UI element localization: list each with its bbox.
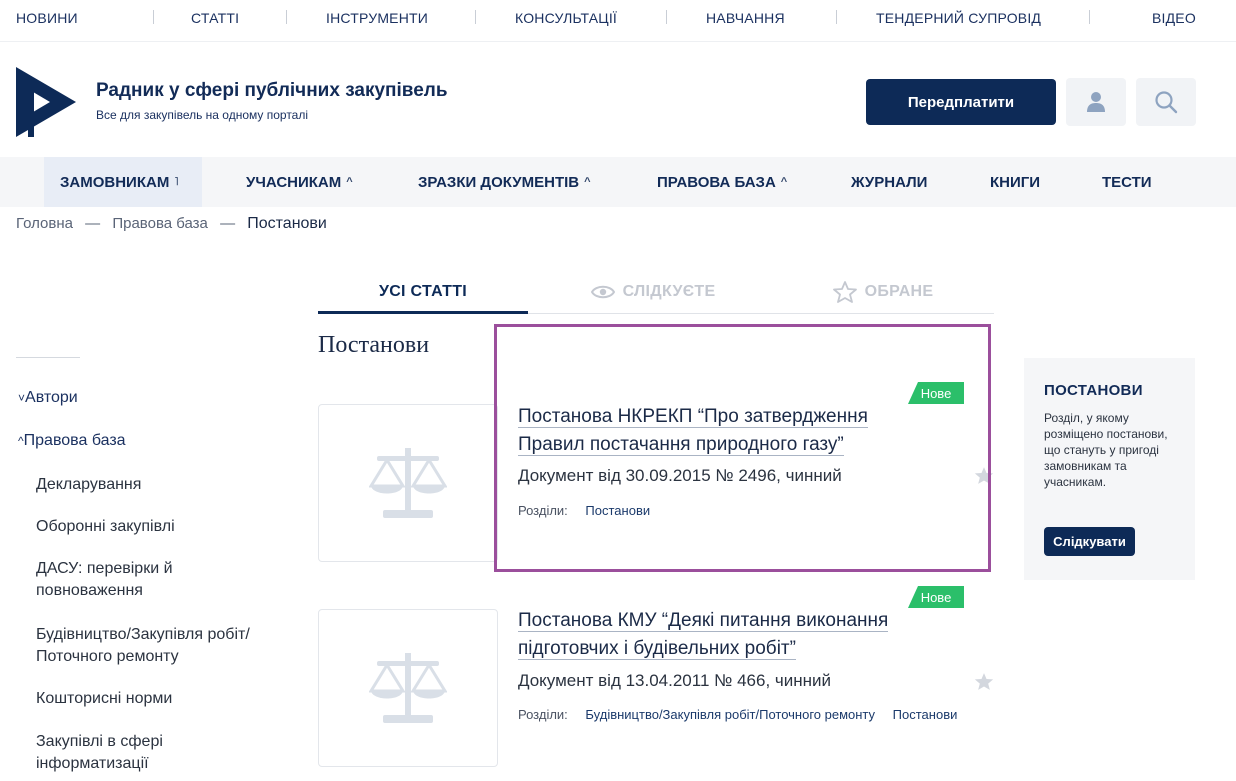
chevron-icon: ^ — [780, 176, 788, 188]
main-nav-customers[interactable]: ЗАМОВНИКАМ ˥ — [44, 157, 202, 207]
article-tabs: УСІ СТАТТІ СЛІДКУЄТЕ ОБРАНЕ — [318, 272, 994, 314]
top-nav-consultations[interactable]: КОНСУЛЬТАЦІЇ — [515, 10, 617, 26]
scales-icon — [369, 448, 447, 518]
article-title-line: Правил постачання природного газу” — [518, 434, 844, 456]
search-button[interactable] — [1136, 78, 1196, 126]
section-info-box: ПОСТАНОВИ Розділ, у якому розміщено пост… — [1024, 358, 1195, 580]
search-icon — [1155, 91, 1178, 114]
main-nav-books[interactable]: КНИГИ — [990, 157, 1040, 207]
main-nav-tests[interactable]: ТЕСТИ — [1102, 157, 1152, 207]
article-title-line: підготовчих і будівельних робіт” — [518, 638, 796, 660]
sidebar-group-authors[interactable]: ˅Автори — [18, 389, 78, 407]
sections-label: Розділи: — [518, 707, 568, 722]
account-button[interactable] — [1066, 78, 1126, 126]
top-nav-tender[interactable]: ТЕНДЕРНИЙ СУПРОВІД — [876, 10, 1041, 26]
sidebar-item-dasu[interactable]: ДАСУ: перевірки й повноваження — [36, 558, 236, 602]
main-nav-label: КНИГИ — [990, 173, 1041, 191]
sidebar-divider — [16, 357, 80, 358]
article-sections: Розділи: Постанови — [518, 503, 664, 518]
brand-subtitle: Все для закупівель на одному порталі — [96, 108, 309, 122]
main-nav-label: ТЕСТИ — [1102, 173, 1152, 191]
section-info-description: Розділ, у якому розміщено постанови, що … — [1044, 411, 1168, 489]
chevron-down-icon: ˅ — [18, 391, 26, 405]
top-nav-separator — [286, 10, 287, 24]
main-nav-legal-base[interactable]: ПРАВОВА БАЗА ^ — [657, 157, 787, 207]
main-nav-label: ПРАВОВА БАЗА — [657, 173, 776, 191]
eye-icon — [590, 285, 615, 299]
breadcrumb-separator: — — [220, 215, 236, 232]
brand-title[interactable]: Радник у сфері публічних закупівель — [96, 80, 448, 102]
main-nav-label: ЗАМОВНИКАМ — [60, 173, 170, 191]
sidebar-item-declaration[interactable]: Декларування — [36, 474, 296, 496]
article-title[interactable]: Постанова НКРЕКП “Про затвердження Прави… — [518, 403, 948, 459]
tab-label: ОБРАНЕ — [864, 283, 934, 300]
sidebar-item-construction[interactable]: Будівництво/Закупівля робіт/ Поточного р… — [36, 624, 292, 668]
main-nav-label: ЖУРНАЛИ — [851, 173, 928, 191]
follow-button[interactable]: Слідкувати — [1044, 527, 1135, 556]
sidebar-item-cost-norms[interactable]: Кошторисні норми — [36, 688, 296, 710]
tab-favorites[interactable]: ОБРАНЕ — [818, 272, 948, 312]
top-nav-separator — [153, 10, 154, 24]
top-nav: НОВИНИ СТАТТІ ІНСТРУМЕНТИ КОНСУЛЬТАЦІЇ Н… — [0, 0, 1236, 42]
sidebar-group-legal-base[interactable]: ^Правова база — [18, 432, 126, 450]
main-nav-label: ЗРАЗКИ ДОКУМЕНТІВ — [418, 173, 580, 191]
article-sections: Розділи: Будівництво/Закупівля робіт/Пот… — [518, 707, 971, 722]
favorite-star-icon[interactable] — [974, 672, 994, 691]
article-meta: Документ від 30.09.2015 № 2496, чинний — [518, 466, 842, 485]
chevron-icon: ^ — [584, 176, 591, 188]
top-nav-video[interactable]: ВІДЕО — [1152, 10, 1196, 26]
breadcrumb-legal-base[interactable]: Правова база — [112, 215, 208, 232]
logo-icon[interactable] — [16, 67, 76, 137]
section-link[interactable]: Постанови — [585, 503, 650, 518]
main-nav-label: УЧАСНИКАМ — [246, 173, 342, 191]
star-icon — [832, 281, 857, 303]
article-title-line: Постанова НКРЕКП “Про затвердження — [518, 406, 868, 428]
page-title: Постанови — [318, 332, 430, 358]
scales-icon — [369, 653, 447, 723]
article-thumbnail[interactable] — [318, 404, 498, 562]
chevron-icon: ˥ — [174, 176, 179, 188]
top-nav-separator — [1089, 10, 1090, 24]
article-title[interactable]: Постанова КМУ “Деякі питання виконання п… — [518, 607, 968, 663]
section-link[interactable]: Будівництво/Закупівля робіт/Поточного ре… — [585, 707, 875, 722]
sidebar-group-label: Правова база — [23, 432, 126, 449]
breadcrumb: Головна — Правова база — Постанови — [16, 215, 327, 233]
top-nav-separator — [666, 10, 667, 24]
top-nav-education[interactable]: НАВЧАННЯ — [706, 10, 785, 26]
breadcrumb-separator: — — [85, 215, 101, 232]
tab-label: СЛІДКУЄТЕ — [622, 283, 716, 300]
new-badge: Нове — [908, 382, 964, 404]
user-icon — [1087, 92, 1105, 112]
main-nav-participants[interactable]: УЧАСНИКАМ ^ — [246, 157, 353, 207]
breadcrumb-home[interactable]: Головна — [16, 215, 73, 232]
breadcrumb-current: Постанови — [247, 215, 327, 232]
top-nav-articles[interactable]: СТАТТІ — [191, 10, 239, 26]
main-nav: ЗАМОВНИКАМ ˥ УЧАСНИКАМ ^ ЗРАЗКИ ДОКУМЕНТІВ… — [0, 157, 1236, 207]
subscribe-button[interactable]: Передплатити — [866, 79, 1056, 125]
favorite-star-icon[interactable] — [974, 466, 994, 485]
tab-label: УСІ СТАТТІ — [378, 282, 468, 300]
sidebar-item-defense[interactable]: Оборонні закупівлі — [36, 516, 296, 538]
sidebar-group-label: Автори — [25, 389, 78, 406]
top-nav-tools[interactable]: ІНСТРУМЕНТИ — [326, 10, 428, 26]
tab-all-articles[interactable]: УСІ СТАТТІ — [318, 272, 528, 314]
chevron-icon: ^ — [346, 176, 353, 188]
new-badge: Нове — [908, 586, 964, 608]
top-nav-separator — [836, 10, 837, 24]
sections-label: Розділи: — [518, 503, 568, 518]
sidebar-item-informatization[interactable]: Закупівлі в сфері інформатизації — [36, 731, 216, 775]
section-info-title: ПОСТАНОВИ — [1044, 382, 1143, 399]
top-nav-separator — [475, 10, 476, 24]
article-title-line: Постанова КМУ “Деякі питання виконання — [518, 610, 889, 632]
main-nav-templates[interactable]: ЗРАЗКИ ДОКУМЕНТІВ ^ — [418, 157, 591, 207]
tab-following[interactable]: СЛІДКУЄТЕ — [568, 272, 738, 312]
top-nav-news[interactable]: НОВИНИ — [16, 10, 78, 26]
main-nav-journals[interactable]: ЖУРНАЛИ — [851, 157, 927, 207]
section-link[interactable]: Постанови — [893, 707, 958, 722]
article-meta: Документ від 13.04.2011 № 466, чинний — [518, 671, 832, 690]
article-thumbnail[interactable] — [318, 609, 498, 767]
